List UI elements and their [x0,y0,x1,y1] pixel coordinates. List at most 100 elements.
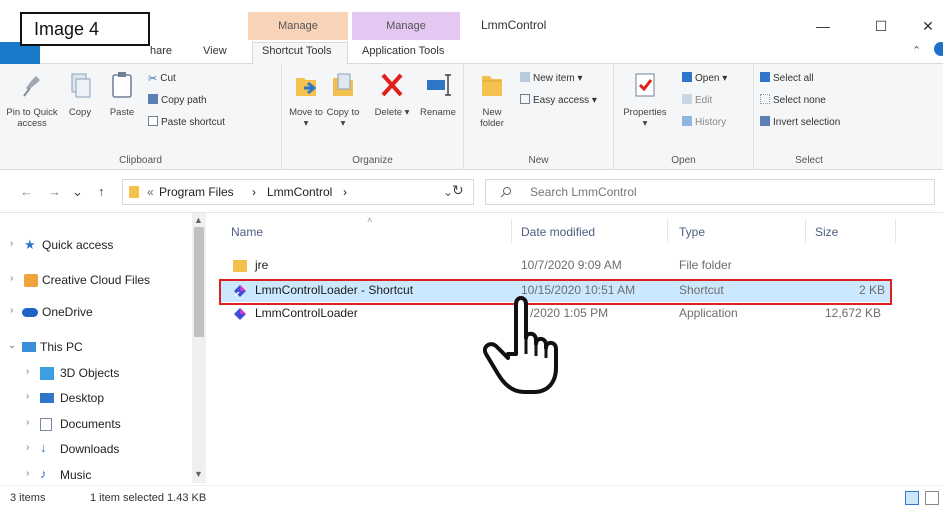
paste-shortcut-icon [148,116,158,126]
nav-label: 3D Objects [60,366,120,380]
scroll-down-icon[interactable]: ▼ [194,469,203,479]
copy-path-button[interactable]: Copy path [148,94,207,106]
forward-button[interactable]: → [48,184,61,199]
document-icon [40,418,52,431]
nav-item-onedrive[interactable]: › OneDrive [0,302,190,324]
nav-label: Quick access [42,238,114,252]
select-group-label: Select [795,155,823,166]
scroll-up-icon[interactable]: ▲ [194,215,203,225]
nav-item-desktop[interactable]: › Desktop [0,388,190,410]
chevron-right-icon[interactable]: › [26,366,29,377]
copy-to-button[interactable]: Copy to ▾ [326,70,360,129]
chevron-right-icon[interactable]: › [26,417,29,428]
column-divider[interactable] [667,219,668,243]
nav-item-music[interactable]: › ♪ Music [0,465,190,487]
nav-label: Creative Cloud Files [42,273,151,287]
search-input[interactable]: Search LmmControl [485,179,935,205]
open-button[interactable]: Open ▾ [682,72,727,84]
new-group: New folder New item ▾ Easy access ▾ New [464,64,614,170]
tab-shortcut-tools[interactable]: Shortcut Tools [262,45,332,57]
chevron-right-icon[interactable]: › [26,468,29,479]
tab-view[interactable]: View [203,45,227,57]
maximize-button[interactable]: ☐ [858,12,904,40]
copy-button[interactable]: Copy [60,70,100,118]
nav-label: Downloads [60,442,120,456]
history-button[interactable]: History [682,116,726,128]
new-item-button[interactable]: New item ▾ [520,72,582,84]
invert-selection-button[interactable]: Invert selection [760,116,840,128]
back-button[interactable]: ← [20,184,33,199]
paste-button[interactable]: Paste [102,70,142,118]
large-icons-view-icon[interactable] [925,491,939,505]
pin-to-quick-access-button[interactable]: Pin to Quick access [6,70,58,129]
chevron-right-icon[interactable]: › [10,238,13,249]
music-note-icon: ♪ [40,466,47,481]
address-bar[interactable]: « Program Files › LmmControl › ⌄ [122,179,474,205]
breadcrumb-separator[interactable]: › [252,185,256,199]
up-button[interactable]: ↑ [98,184,105,199]
copy-path-label: Copy path [161,95,207,106]
select-none-label: Select none [773,95,826,106]
file-type: File folder [679,258,732,272]
search-icon [500,187,511,198]
scrollbar-thumb[interactable] [194,227,204,337]
new-folder-button[interactable]: New folder [472,70,512,129]
application-icon [234,308,246,320]
minimize-button[interactable]: — [800,12,846,40]
nav-item-creative-cloud[interactable]: › Creative Cloud Files [0,270,190,292]
rename-button[interactable]: Rename [416,70,460,118]
new-group-label: New [528,155,549,166]
nav-item-documents[interactable]: › Documents [0,414,190,436]
navigation-pane: › ★ Quick access › Creative Cloud Files … [0,213,215,485]
chevron-right-icon[interactable]: › [26,442,29,453]
breadcrumb-lmmcontrol[interactable]: LmmControl [267,185,332,199]
chevron-right-icon[interactable]: › [10,273,13,284]
column-divider[interactable] [895,219,896,243]
select-none-icon [760,94,770,104]
tab-share[interactable]: hare [150,45,172,57]
sort-caret-icon: ˄ [367,215,373,225]
easy-access-button[interactable]: Easy access ▾ [520,94,597,106]
column-header-date[interactable]: Date modified [521,225,595,239]
column-header-size[interactable]: Size [815,225,838,239]
breadcrumb-program-files[interactable]: Program Files [159,185,234,199]
edit-button[interactable]: Edit [682,94,712,106]
new-folder-label: New folder [480,107,504,129]
collapse-ribbon-icon[interactable]: ⌃ [912,44,921,57]
delete-label: Delete ▾ [374,107,410,118]
refresh-icon[interactable]: ↻ [452,182,464,199]
manage-shortcut-context: Manage [248,12,348,42]
file-row-jre[interactable]: jre 10/7/2020 9:09 AM File folder [219,255,891,277]
overflow-chevron[interactable]: « [147,185,154,199]
help-icon[interactable] [934,42,943,56]
nav-item-3d-objects[interactable]: › 3D Objects [0,363,190,385]
details-view-icon[interactable] [905,491,919,505]
tab-application-tools[interactable]: Application Tools [362,45,444,57]
nav-item-this-pc[interactable]: ⌄ This PC [0,337,190,359]
move-to-icon [296,78,317,96]
close-button[interactable]: ✕ [905,12,943,40]
column-header-name[interactable]: Name [231,225,263,239]
breadcrumb-separator[interactable]: › [343,185,347,199]
file-name: LmmControlLoader [255,306,358,320]
properties-button[interactable]: Properties ▾ [620,70,670,129]
nav-item-downloads[interactable]: › ↓ Downloads [0,439,190,461]
chevron-right-icon[interactable]: › [26,391,29,402]
search-placeholder: Search LmmControl [530,185,637,199]
computer-icon [22,342,36,352]
cut-button[interactable]: ✂ Cut [148,72,176,85]
select-none-button[interactable]: Select none [760,94,826,106]
hand-pointer-icon [483,296,558,394]
column-header-type[interactable]: Type [679,225,705,239]
nav-item-quick-access[interactable]: › ★ Quick access [0,235,190,257]
recent-locations-button[interactable]: ⌄ [72,184,83,200]
move-to-button[interactable]: Move to ▾ [288,70,324,129]
chevron-right-icon[interactable]: › [10,305,13,316]
paste-shortcut-button[interactable]: Paste shortcut [148,116,225,128]
nav-scrollbar[interactable]: ▲ ▼ [192,213,206,483]
column-divider[interactable] [511,219,512,243]
select-all-button[interactable]: Select all [760,72,814,84]
column-divider[interactable] [805,219,806,243]
delete-button[interactable]: Delete ▾ [370,70,414,118]
chevron-down-icon[interactable]: ⌄ [8,340,16,351]
